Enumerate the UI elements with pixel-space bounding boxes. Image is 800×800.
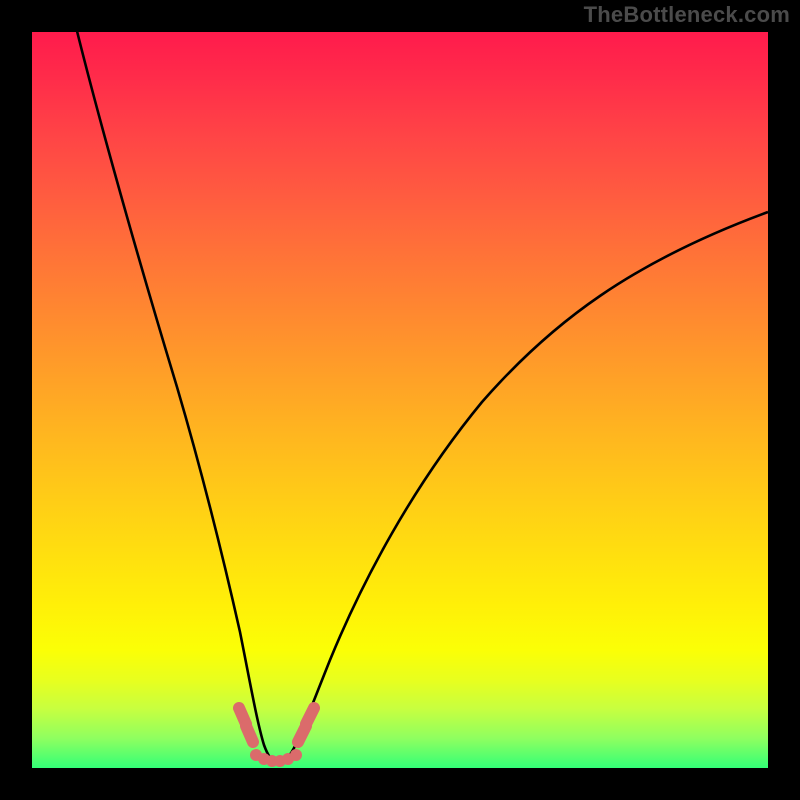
bottleneck-curve <box>76 27 768 763</box>
watermark-text: TheBottleneck.com <box>584 2 790 28</box>
chart-frame: TheBottleneck.com <box>0 0 800 800</box>
threshold-markers-left <box>239 708 253 742</box>
curve-overlay <box>32 32 768 768</box>
threshold-bottom-dots <box>250 749 302 767</box>
threshold-markers-right <box>298 708 314 742</box>
